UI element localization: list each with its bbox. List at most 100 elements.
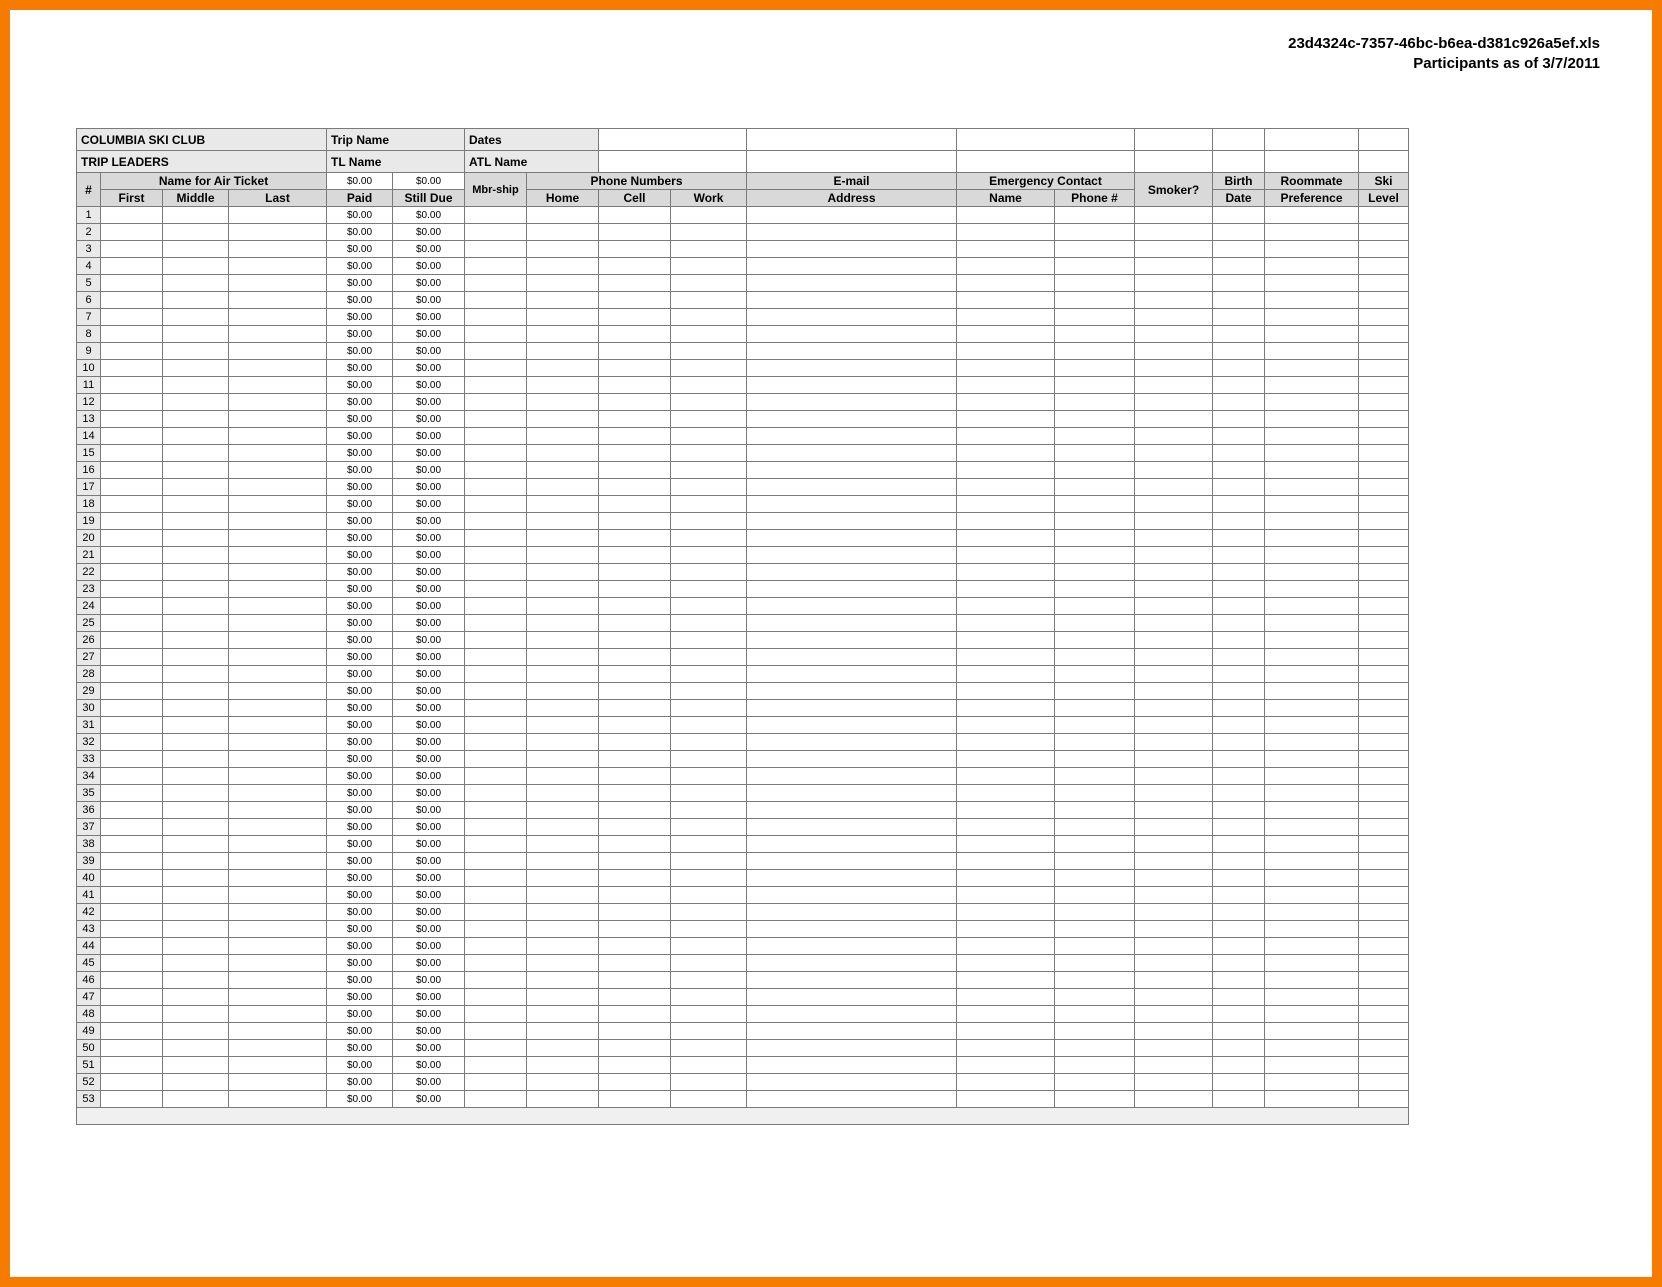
cell-emerg-name[interactable] [957, 564, 1055, 581]
cell-work[interactable] [671, 615, 747, 632]
cell-work[interactable] [671, 649, 747, 666]
cell-middle[interactable] [163, 717, 229, 734]
cell-roommate[interactable] [1265, 377, 1359, 394]
cell-still-due[interactable]: $0.00 [393, 734, 465, 751]
cell-still-due[interactable]: $0.00 [393, 513, 465, 530]
cell-email[interactable] [747, 734, 957, 751]
cell-smoker[interactable] [1135, 598, 1213, 615]
cell-middle[interactable] [163, 462, 229, 479]
cell-last[interactable] [229, 887, 327, 904]
cell-paid[interactable]: $0.00 [327, 615, 393, 632]
cell-still-due[interactable]: $0.00 [393, 972, 465, 989]
cell-paid[interactable]: $0.00 [327, 785, 393, 802]
cell-middle[interactable] [163, 1023, 229, 1040]
cell-mbr-ship[interactable] [465, 513, 527, 530]
cell-email[interactable] [747, 1006, 957, 1023]
cell-email[interactable] [747, 309, 957, 326]
cell-last[interactable] [229, 972, 327, 989]
cell-birth[interactable] [1213, 377, 1265, 394]
cell-last[interactable] [229, 1074, 327, 1091]
cell-first[interactable] [101, 428, 163, 445]
cell-birth[interactable] [1213, 479, 1265, 496]
cell-home[interactable] [527, 666, 599, 683]
cell-cell[interactable] [599, 275, 671, 292]
cell-ski[interactable] [1359, 1040, 1409, 1057]
cell-smoker[interactable] [1135, 530, 1213, 547]
cell-middle[interactable] [163, 360, 229, 377]
cell-ski[interactable] [1359, 785, 1409, 802]
cell-birth[interactable] [1213, 683, 1265, 700]
cell-first[interactable] [101, 683, 163, 700]
cell-emerg-phone[interactable] [1055, 462, 1135, 479]
cell-still-due[interactable]: $0.00 [393, 904, 465, 921]
cell-still-due[interactable]: $0.00 [393, 887, 465, 904]
cell-emerg-name[interactable] [957, 836, 1055, 853]
cell-middle[interactable] [163, 1040, 229, 1057]
cell-middle[interactable] [163, 700, 229, 717]
cell-still-due[interactable]: $0.00 [393, 377, 465, 394]
cell-work[interactable] [671, 683, 747, 700]
cell-home[interactable] [527, 819, 599, 836]
cell-mbr-ship[interactable] [465, 462, 527, 479]
cell-paid[interactable]: $0.00 [327, 836, 393, 853]
cell-paid[interactable]: $0.00 [327, 683, 393, 700]
cell-ski[interactable] [1359, 513, 1409, 530]
cell-paid[interactable]: $0.00 [327, 462, 393, 479]
cell-birth[interactable] [1213, 972, 1265, 989]
cell-cell[interactable] [599, 819, 671, 836]
cell-last[interactable] [229, 904, 327, 921]
cell-cell[interactable] [599, 496, 671, 513]
cell-last[interactable] [229, 853, 327, 870]
cell-emerg-name[interactable] [957, 870, 1055, 887]
cell-middle[interactable] [163, 547, 229, 564]
cell-home[interactable] [527, 853, 599, 870]
cell-paid[interactable]: $0.00 [327, 632, 393, 649]
cell-still-due[interactable]: $0.00 [393, 632, 465, 649]
cell-roommate[interactable] [1265, 938, 1359, 955]
cell-roommate[interactable] [1265, 836, 1359, 853]
cell-home[interactable] [527, 292, 599, 309]
cell-birth[interactable] [1213, 275, 1265, 292]
cell-last[interactable] [229, 598, 327, 615]
cell-emerg-phone[interactable] [1055, 615, 1135, 632]
atl-name-value[interactable] [599, 151, 747, 173]
cell-first[interactable] [101, 649, 163, 666]
cell-ski[interactable] [1359, 717, 1409, 734]
cell-paid[interactable]: $0.00 [327, 513, 393, 530]
cell-first[interactable] [101, 887, 163, 904]
cell-cell[interactable] [599, 445, 671, 462]
cell-roommate[interactable] [1265, 717, 1359, 734]
cell-middle[interactable] [163, 666, 229, 683]
cell-emerg-phone[interactable] [1055, 598, 1135, 615]
cell-last[interactable] [229, 581, 327, 598]
cell-last[interactable] [229, 224, 327, 241]
cell-emerg-name[interactable] [957, 700, 1055, 717]
cell-cell[interactable] [599, 734, 671, 751]
cell-smoker[interactable] [1135, 564, 1213, 581]
cell-cell[interactable] [599, 292, 671, 309]
cell-smoker[interactable] [1135, 887, 1213, 904]
cell-email[interactable] [747, 955, 957, 972]
cell-paid[interactable]: $0.00 [327, 394, 393, 411]
cell-roommate[interactable] [1265, 632, 1359, 649]
cell-cell[interactable] [599, 955, 671, 972]
cell-emerg-name[interactable] [957, 275, 1055, 292]
cell-roommate[interactable] [1265, 360, 1359, 377]
cell-first[interactable] [101, 530, 163, 547]
cell-still-due[interactable]: $0.00 [393, 292, 465, 309]
cell-still-due[interactable]: $0.00 [393, 1023, 465, 1040]
cell-work[interactable] [671, 326, 747, 343]
cell-emerg-phone[interactable] [1055, 479, 1135, 496]
cell-cell[interactable] [599, 700, 671, 717]
cell-smoker[interactable] [1135, 1040, 1213, 1057]
cell-middle[interactable] [163, 445, 229, 462]
cell-email[interactable] [747, 700, 957, 717]
cell-still-due[interactable]: $0.00 [393, 224, 465, 241]
cell-mbr-ship[interactable] [465, 496, 527, 513]
cell-mbr-ship[interactable] [465, 1074, 527, 1091]
cell-work[interactable] [671, 989, 747, 1006]
cell-email[interactable] [747, 615, 957, 632]
cell-emerg-phone[interactable] [1055, 904, 1135, 921]
cell-cell[interactable] [599, 615, 671, 632]
cell-still-due[interactable]: $0.00 [393, 1057, 465, 1074]
